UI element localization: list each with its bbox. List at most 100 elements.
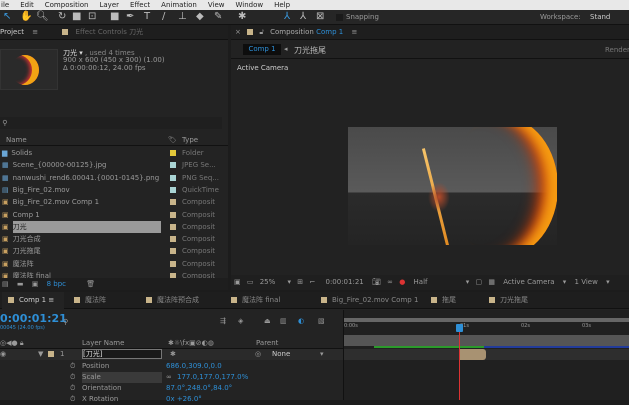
comp-mini-flowchart-icon[interactable]: ⇶ xyxy=(220,317,226,325)
project-search-input[interactable]: ⚲ xyxy=(0,117,222,129)
timeline-tab[interactable]: 魔法阵预合成 xyxy=(142,292,199,309)
breadcrumb-next[interactable]: 刀光拖尾 xyxy=(294,45,326,56)
label-color[interactable] xyxy=(170,162,176,169)
text-tool-icon[interactable]: T xyxy=(144,11,150,22)
rotate-tool-icon[interactable]: ↻ xyxy=(58,11,66,22)
layer-bar[interactable] xyxy=(459,349,486,360)
pen-tool-icon[interactable]: ✒ xyxy=(126,11,134,22)
chevron-down-icon[interactable]: ▾ xyxy=(466,278,470,286)
draft-3d-icon[interactable]: ◈ xyxy=(238,317,243,325)
mask-visibility-icon[interactable]: ⌐ xyxy=(309,278,315,286)
timeline-tab[interactable]: 拖尾 xyxy=(427,292,456,309)
eraser-tool-icon[interactable]: ◆ xyxy=(196,11,204,22)
chevron-down-icon[interactable]: ▾ xyxy=(288,278,292,286)
panel-menu-icon[interactable]: ≡ xyxy=(48,296,54,304)
project-item[interactable]: ▦ Scene_{00000-00125}.jpg JPEG Se... xyxy=(0,159,228,171)
transparency-grid-icon[interactable]: ▦ xyxy=(488,278,495,286)
camera-tool-icon[interactable]: ■ xyxy=(72,11,81,22)
layer-name[interactable]: [刀光] xyxy=(82,349,162,359)
label-color[interactable] xyxy=(170,223,176,230)
timeline-graph[interactable]: 0:00s01s02s03s04s xyxy=(343,310,629,400)
property-value[interactable]: 177.0,177.0,177.0% xyxy=(177,372,248,383)
tab-project[interactable]: Project xyxy=(0,28,24,36)
label-color[interactable] xyxy=(170,186,176,193)
chevron-down-icon[interactable]: ▾ xyxy=(606,278,610,286)
tab-effect-controls[interactable]: Effect Controls 刀光 xyxy=(76,28,144,36)
frame-blending-icon[interactable]: ▥ xyxy=(280,317,287,325)
current-time-indicator[interactable] xyxy=(459,324,460,400)
column-name[interactable]: Name xyxy=(6,136,27,144)
menu-effect[interactable]: Effect xyxy=(130,1,150,9)
project-item[interactable]: ▆ Solids Folder xyxy=(0,147,228,159)
timeline-search-icon[interactable]: ⚲ xyxy=(63,318,68,326)
magnifier-icon[interactable]: ▣ xyxy=(234,278,241,286)
snapshot-icon[interactable]: 📷︎ xyxy=(372,278,381,286)
workspace-select[interactable]: Stand xyxy=(590,13,610,21)
menu-edit[interactable]: Edit xyxy=(20,1,34,9)
label-color[interactable] xyxy=(170,199,176,206)
zoom-select[interactable]: 25% xyxy=(260,278,276,286)
monitor-icon[interactable]: ▭ xyxy=(247,278,254,286)
color-channel-icon[interactable]: ● xyxy=(399,278,405,286)
column-parent[interactable]: Parent xyxy=(256,337,278,349)
flow-arrow-icon[interactable]: ◂ xyxy=(284,45,288,53)
expand-triangle-icon[interactable]: ▼ xyxy=(38,349,43,360)
interpret-footage-icon[interactable]: ▤ xyxy=(2,280,9,288)
label-color[interactable] xyxy=(170,211,176,218)
timeline-tab[interactable]: 魔法阵 final xyxy=(227,292,280,309)
view-layout-select[interactable]: 1 View xyxy=(575,278,598,286)
panel-menu-icon[interactable]: ≡ xyxy=(32,28,38,36)
timeline-tab[interactable]: 刀光拖尾 xyxy=(485,292,528,309)
timeline-tab[interactable]: Big_Fire_02.mov Comp 1 xyxy=(317,292,418,309)
zoom-tool-icon[interactable]: 🔍︎ xyxy=(36,11,49,22)
menu-layer[interactable]: Layer xyxy=(99,1,119,9)
menu-animation[interactable]: Animation xyxy=(161,1,197,9)
stopwatch-icon[interactable]: ⏱ xyxy=(70,383,75,394)
playhead-handle[interactable] xyxy=(456,324,463,332)
chevron-down-icon[interactable]: ▾ xyxy=(563,278,567,286)
rectangle-tool-icon[interactable]: ■ xyxy=(110,11,119,22)
stamp-tool-icon[interactable]: ⊥ xyxy=(178,11,187,22)
camera-view-select[interactable]: Active Camera xyxy=(503,278,554,286)
timecode-display[interactable]: 0:00:01:21 xyxy=(0,312,67,325)
label-column-icon[interactable]: 🏷︎ xyxy=(168,135,177,146)
project-item[interactable]: ▣ 刀光 Composit xyxy=(0,220,228,233)
shy-layers-icon[interactable]: ⏏ xyxy=(264,317,271,325)
breadcrumb-comp-1[interactable]: Comp 1 xyxy=(243,44,281,55)
constrain-proportions-icon[interactable]: ∞ xyxy=(166,372,172,383)
lock-icon[interactable]: 🔓︎ xyxy=(259,28,264,36)
layer-label-color[interactable] xyxy=(48,351,54,357)
menu-view[interactable]: View xyxy=(208,1,225,9)
property-row[interactable]: ⏱ Orientation 87.0°,248.0°,84.0° xyxy=(0,383,343,394)
menu-file[interactable]: ile xyxy=(1,1,9,9)
current-time[interactable]: 0:00:01:21 xyxy=(325,278,363,286)
work-area-bar[interactable] xyxy=(344,318,629,322)
selection-tool-icon[interactable]: ↖ xyxy=(3,11,11,22)
safe-areas-icon[interactable]: ⊞ xyxy=(297,278,303,286)
stopwatch-icon[interactable]: ⏱ xyxy=(70,361,75,372)
world-axis-icon[interactable]: ⅄ xyxy=(300,11,306,22)
property-row[interactable]: ⏱ Scale ∞ 177.0,177.0,177.0% xyxy=(0,372,343,383)
graph-editor-icon[interactable]: ▧ xyxy=(318,317,325,325)
label-color[interactable] xyxy=(170,174,176,181)
project-item[interactable]: ▣ 刀光合成 Composit xyxy=(0,233,228,245)
project-item[interactable]: ▣ 刀光拖尾 Composit xyxy=(0,245,228,257)
timeline-tab[interactable]: Comp 1 ≡ xyxy=(2,292,64,309)
roto-brush-icon[interactable]: ✎ xyxy=(214,11,222,22)
label-color[interactable] xyxy=(170,150,176,156)
property-value[interactable]: 686.0,309.0,0.0 xyxy=(166,361,222,372)
stopwatch-icon[interactable]: ⏱ xyxy=(70,372,75,383)
project-item[interactable]: ▦ nanwushi_rend6.00041.{0001-0145}.png PNG… xyxy=(0,172,228,184)
project-item[interactable]: ▤ Big_Fire_02.mov QuickTime xyxy=(0,184,228,196)
layer-row[interactable]: ◉ ▼ 1 [刀光] ✱ ◎ None ▾ xyxy=(0,349,343,360)
resolution-select[interactable]: Half xyxy=(414,278,428,286)
show-snapshot-icon[interactable]: ∞ xyxy=(387,278,393,286)
new-comp-icon[interactable]: ▣ xyxy=(32,280,39,288)
timeline-tab[interactable]: 魔法阵 xyxy=(70,292,106,309)
brush-tool-icon[interactable]: / xyxy=(162,11,165,22)
shy-switch-icon[interactable]: ✱ xyxy=(170,349,176,360)
view-axis-icon[interactable]: ⊠ xyxy=(316,11,324,22)
delete-icon[interactable]: 🗑︎ xyxy=(86,280,95,288)
puppet-tool-icon[interactable]: ✱ xyxy=(238,11,246,22)
column-layer-name[interactable]: Layer Name xyxy=(82,337,124,349)
